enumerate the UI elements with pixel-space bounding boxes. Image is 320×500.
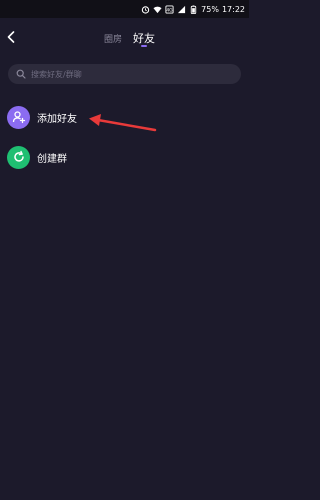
- top-nav: 圈房 好友: [0, 18, 249, 58]
- create-group-button[interactable]: 创建群: [0, 141, 249, 173]
- clock: 17:22: [221, 4, 245, 14]
- create-group-label: 创建群: [37, 153, 67, 165]
- add-friend-label: 添加好友: [37, 113, 77, 125]
- search-icon: [16, 69, 26, 79]
- refresh-icon: [7, 145, 30, 169]
- add-user-icon: [7, 105, 30, 129]
- battery-icon: [189, 4, 198, 14]
- wifi-icon: [153, 5, 162, 14]
- active-tab-indicator: [141, 45, 147, 47]
- search-input[interactable]: 搜索好友/群聊: [8, 64, 241, 84]
- battery-percent: 75%: [201, 4, 219, 14]
- tab-friends[interactable]: 好友: [133, 30, 155, 46]
- svg-text:4G: 4G: [166, 7, 173, 13]
- alarm-icon: [141, 5, 150, 14]
- search-placeholder: 搜索好友/群聊: [31, 69, 82, 79]
- sim-icon: 4G: [165, 4, 174, 14]
- status-bar: 4G 75% 17:22: [0, 0, 249, 18]
- back-button[interactable]: [2, 28, 20, 46]
- tab-chat-rooms[interactable]: 圈房: [104, 32, 122, 45]
- signal-icon: [177, 5, 186, 14]
- chevron-left-icon: [7, 28, 15, 47]
- add-friend-button[interactable]: 添加好友: [0, 101, 249, 133]
